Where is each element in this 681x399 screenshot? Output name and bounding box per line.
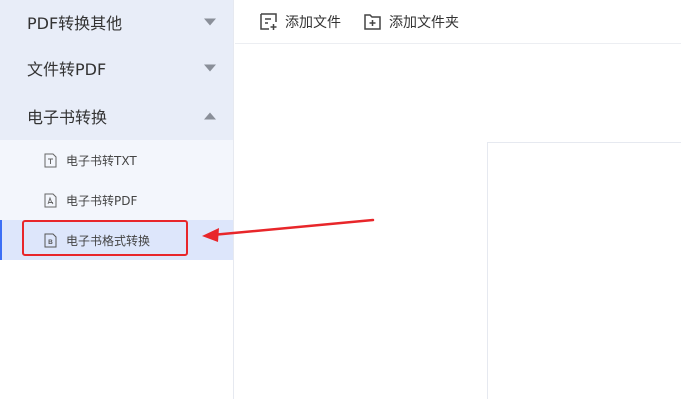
sidebar-sub-list: 电子书转TXT 电子书转PDF B 电子书格式转换 <box>0 140 233 260</box>
chevron-down-icon <box>204 64 216 72</box>
add-folder-icon <box>363 12 382 31</box>
sidebar-item-label: 电子书转TXT <box>66 153 137 168</box>
sidebar-item-ebook-to-pdf[interactable]: 电子书转PDF <box>0 180 233 220</box>
toolbar: 添加文件 添加文件夹 <box>235 0 681 44</box>
txt-file-icon <box>44 153 57 168</box>
sidebar-item-label: 电子书格式转换 <box>66 233 151 248</box>
sidebar-group-label: PDF转换其他 <box>27 14 123 33</box>
sidebar-group-label: 电子书转换 <box>27 108 108 127</box>
sidebar-group-pdf-to-other[interactable]: PDF转换其他 <box>0 0 233 44</box>
add-folder-label: 添加文件夹 <box>389 14 459 31</box>
sidebar: PDF转换其他 文件转PDF 电子书转换 电子书转TXT 电子书转PDF B 电… <box>0 0 234 399</box>
ebook-file-icon: B <box>44 233 57 248</box>
sidebar-group-ebook-convert[interactable]: 电子书转换 <box>0 92 233 140</box>
sidebar-group-file-to-pdf[interactable]: 文件转PDF <box>0 44 233 92</box>
svg-text:B: B <box>48 239 53 246</box>
add-file-label: 添加文件 <box>285 14 341 31</box>
chevron-down-icon <box>204 18 216 26</box>
sidebar-group-label: 文件转PDF <box>27 60 107 79</box>
add-folder-button[interactable]: 添加文件夹 <box>363 12 459 32</box>
side-panel <box>487 142 681 399</box>
pdf-file-icon <box>44 193 57 208</box>
sidebar-item-ebook-format-convert[interactable]: B 电子书格式转换 <box>0 220 233 260</box>
add-file-icon <box>259 12 278 31</box>
file-drop-area[interactable] <box>235 44 681 399</box>
add-file-button[interactable]: 添加文件 <box>259 12 341 32</box>
sidebar-item-label: 电子书转PDF <box>66 193 138 208</box>
sidebar-item-ebook-to-txt[interactable]: 电子书转TXT <box>0 140 233 180</box>
chevron-up-icon <box>204 112 216 120</box>
